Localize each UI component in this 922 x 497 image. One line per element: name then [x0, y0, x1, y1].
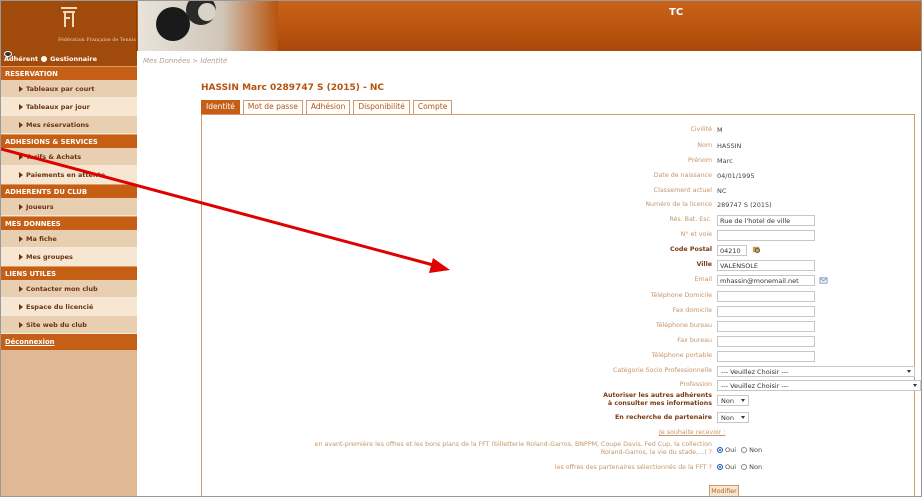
tab-mot-de-passe[interactable]: Mot de passe	[242, 100, 303, 114]
offres-fft-label-2: Roland-Garros, la vie du stade,...) ?	[600, 449, 712, 456]
tel-bureau-label: Téléphone bureau	[655, 322, 712, 329]
csp-label: Catégorie Socio Professionnelle	[612, 367, 712, 374]
prenom-value: Marc	[717, 157, 733, 165]
non-label: Non	[749, 446, 763, 454]
tel-portable-label: Téléphone portable	[651, 352, 712, 359]
offres-fft-oui-radio[interactable]	[717, 447, 723, 453]
profession-select[interactable]: --- Veuillez Choisir ---	[717, 380, 921, 391]
role-gestionnaire-radio[interactable]	[41, 55, 48, 62]
licence-value: 289747 S (2015)	[717, 201, 772, 209]
page-title: HASSIN Marc 0289747 S (2015) - NC	[201, 83, 385, 93]
ville-label: Ville	[696, 261, 712, 268]
email-label: Email	[694, 276, 712, 283]
offres-part-non-radio[interactable]	[741, 464, 748, 470]
arrow-right-icon	[19, 104, 23, 110]
licence-label: Numéro de la licence	[645, 201, 712, 208]
sidebar-item-label: Tableaux par jour	[26, 103, 90, 111]
csp-select[interactable]: --- Veuillez Choisir ---	[717, 366, 915, 377]
oui-label: Oui	[725, 446, 737, 454]
sidebar-item-tableaux-jour[interactable]: Tableaux par jour	[1, 98, 137, 116]
offres-partenaires-label: les offres des partenaires sélectionnés …	[554, 464, 712, 471]
fax-domicile-input[interactable]	[717, 306, 815, 317]
chevron-down-icon	[907, 370, 911, 373]
chevron-down-icon	[741, 416, 745, 419]
header-banner-image	[138, 1, 278, 51]
sidebar-item-label: Tableaux par court	[26, 85, 95, 93]
offres-fft-choice: Oui Non	[717, 446, 762, 454]
profession-label: Profession	[679, 381, 712, 388]
offres-part-oui-radio[interactable]	[717, 464, 723, 470]
autoriser-label-1: Autoriser les autres adhérents	[603, 392, 712, 399]
residence-input[interactable]: Rue de l'hotel de ville	[717, 215, 815, 226]
oui-label: Oui	[725, 463, 737, 471]
fax-bureau-input[interactable]	[717, 336, 815, 347]
tel-bureau-input[interactable]	[717, 321, 815, 332]
chevron-down-icon	[913, 384, 917, 387]
arrow-right-icon	[19, 86, 23, 92]
residence-label: Rés. Bat. Esc.	[669, 216, 712, 223]
tab-identite[interactable]: Identité	[201, 100, 240, 114]
profession-selected: --- Veuillez Choisir ---	[721, 382, 789, 390]
role-switch: Adhérent Gestionnaire	[1, 51, 137, 66]
voie-input[interactable]	[717, 230, 815, 241]
chevron-down-icon	[741, 399, 745, 402]
tel-portable-input[interactable]	[717, 351, 815, 362]
classement-value: NC	[717, 187, 727, 195]
app-window: Fédération Française de Tennis TC Adhére…	[0, 0, 922, 497]
email-input[interactable]: mhassin@monemail.net	[717, 275, 815, 286]
souhaite-recevoir-link[interactable]: Je souhaite recevoir :	[659, 429, 726, 436]
naissance-value: 04/01/1995	[717, 172, 755, 180]
role-adherent-radio[interactable]	[4, 51, 12, 57]
email-icon[interactable]	[819, 276, 828, 285]
fft-logo-icon	[61, 7, 77, 27]
racket-image	[156, 7, 190, 41]
autoriser-selected: Non	[721, 397, 734, 405]
partenaire-selected: Non	[721, 414, 734, 422]
ville-input[interactable]: VALENSOLE	[717, 260, 815, 271]
nom-label: Nom	[697, 142, 712, 149]
breadcrumb: Mes Données > Identité	[143, 57, 228, 65]
sidebar: Adhérent Gestionnaire RESERVATION Tablea…	[1, 51, 137, 496]
tel-domicile-input[interactable]	[717, 291, 815, 302]
cp-input[interactable]: 04210	[717, 245, 747, 256]
fax-domicile-label: Fax domicile	[672, 307, 712, 314]
naissance-label: Date de naissance	[653, 172, 712, 179]
site-header: Fédération Française de Tennis TC	[1, 1, 921, 51]
nom-value: HASSIN	[717, 142, 742, 150]
fax-bureau-label: Fax bureau	[677, 337, 712, 344]
tab-disponibilite[interactable]: Disponibilité	[353, 100, 410, 114]
tel-domicile-label: Téléphone Domicile	[650, 292, 712, 299]
civilite-value: M	[717, 126, 723, 134]
logo-caption: Fédération Française de Tennis	[58, 38, 136, 43]
classement-label: Classement actuel	[653, 187, 712, 194]
offres-fft-non-radio[interactable]	[741, 447, 748, 453]
sidebar-item-tableaux-court[interactable]: Tableaux par court	[1, 80, 137, 98]
racket-image	[198, 3, 216, 21]
partenaire-label: En recherche de partenaire	[614, 414, 712, 421]
prenom-label: Prénom	[688, 157, 712, 164]
modifier-button[interactable]: Modifier	[709, 485, 739, 496]
section-reservation: RESERVATION	[1, 66, 137, 80]
role-gestionnaire-label: Gestionnaire	[50, 54, 97, 63]
tab-bar: Identité Mot de passe Adhésion Disponibi…	[201, 100, 453, 114]
partenaire-select[interactable]: Non	[717, 412, 749, 423]
tab-adhesion[interactable]: Adhésion	[305, 100, 351, 114]
offres-fft-label-1: en avant-première les offres et les bons…	[314, 441, 712, 448]
fft-logo[interactable]: Fédération Française de Tennis	[1, 1, 137, 51]
offres-partenaires-choice: Oui Non	[717, 463, 762, 471]
tab-compte[interactable]: Compte	[412, 100, 453, 114]
autoriser-label-2: à consulter mes informations	[607, 400, 712, 407]
site-title: TC	[669, 7, 684, 18]
civilite-label: Civilité	[690, 126, 712, 133]
csp-selected: --- Veuillez Choisir ---	[721, 368, 789, 376]
non-label: Non	[749, 463, 763, 471]
cp-label: Code Postal	[669, 246, 712, 253]
search-postal-icon[interactable]	[752, 245, 761, 254]
autoriser-select[interactable]: Non	[717, 395, 749, 406]
voie-label: N° et voie	[680, 231, 712, 238]
